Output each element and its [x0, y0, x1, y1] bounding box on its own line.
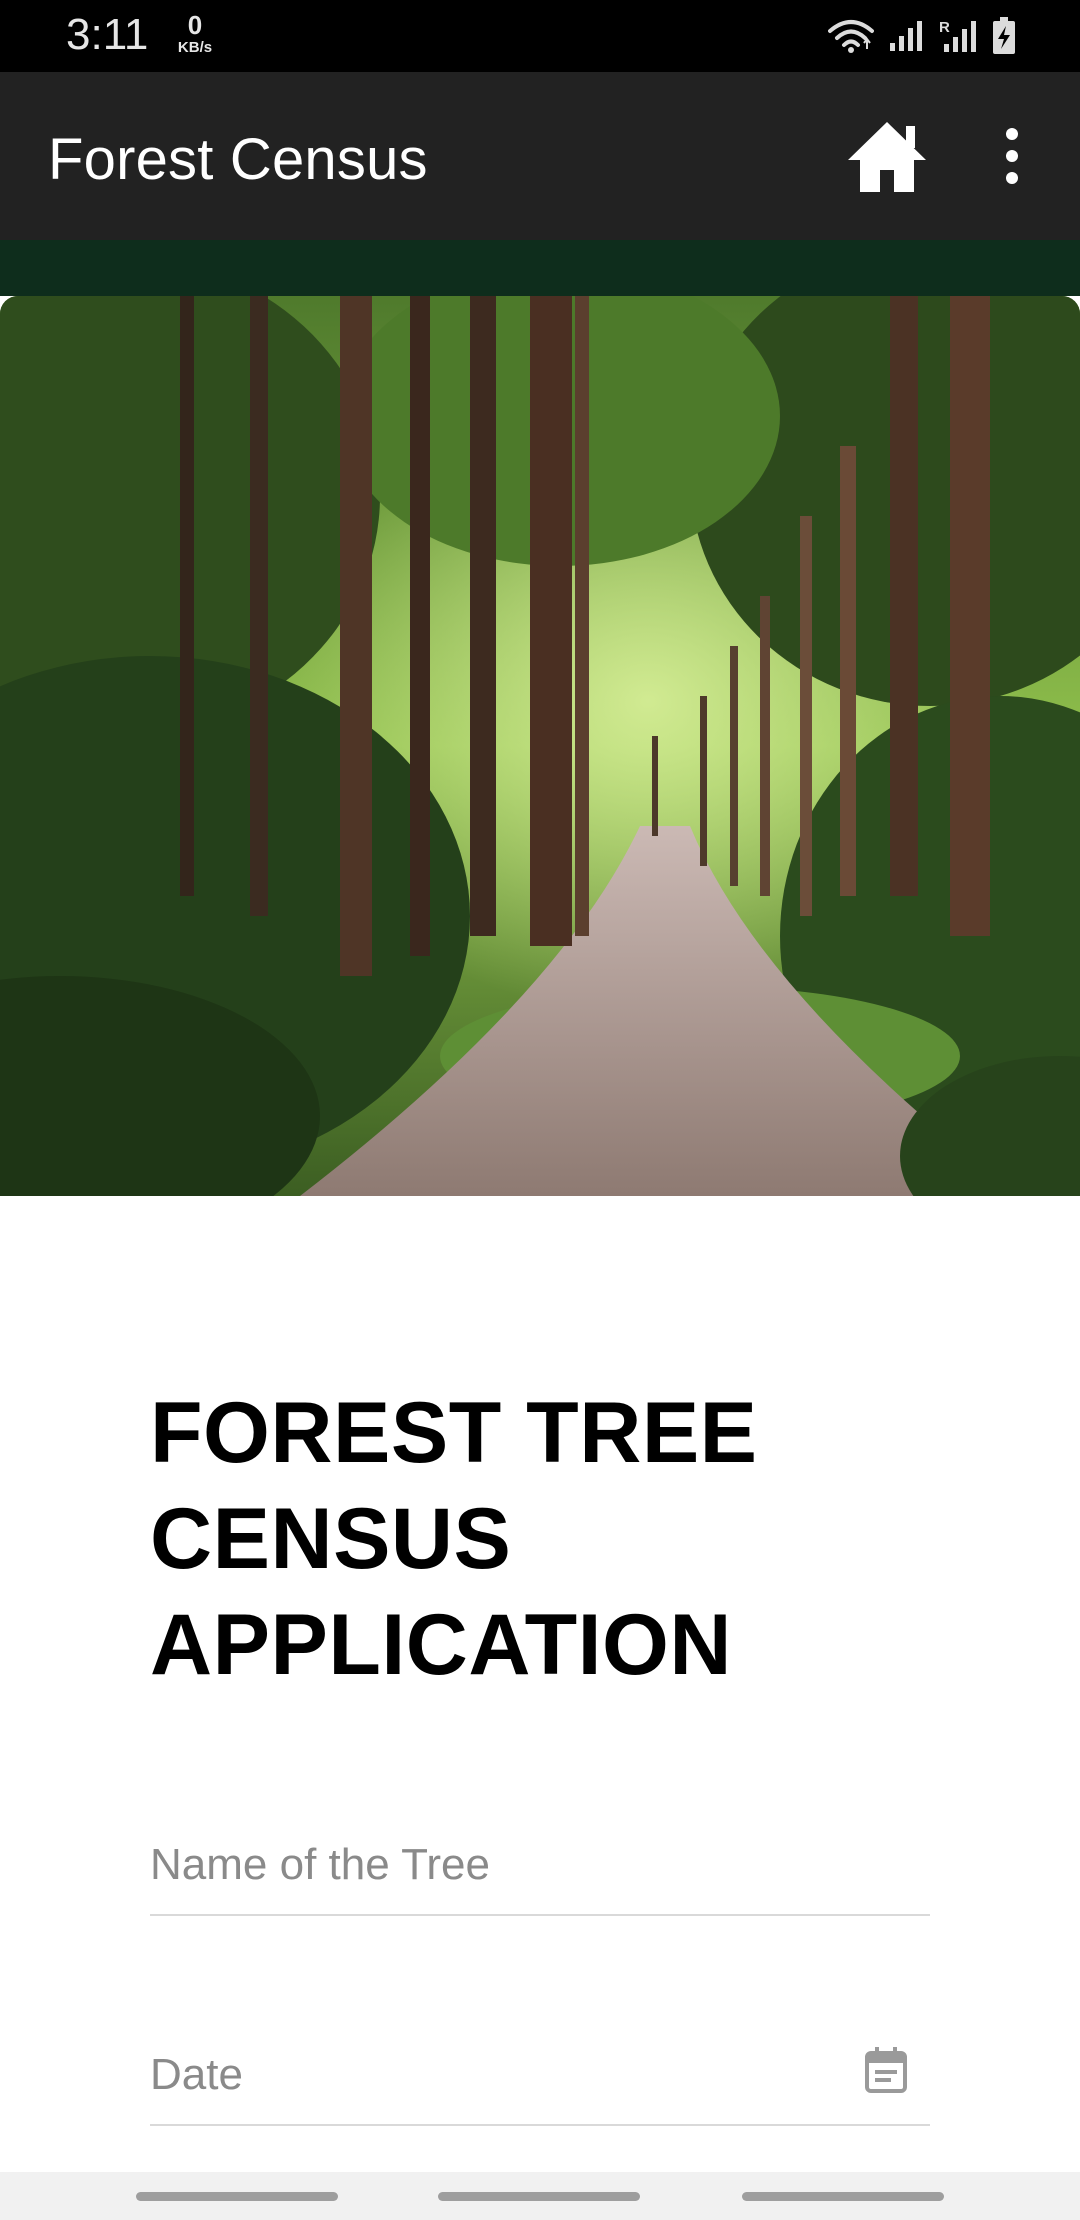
date-input[interactable]	[150, 2040, 850, 2110]
home-handle[interactable]	[438, 2192, 640, 2201]
forest-path-image	[0, 296, 1080, 1196]
app-bar: Forest Census	[0, 72, 1080, 240]
back-handle[interactable]	[742, 2192, 944, 2201]
date-field	[150, 2006, 930, 2126]
tree-name-field	[150, 1796, 930, 1916]
screen: 3:11 0 KB/s R Forest Census FOREST TREE …	[0, 0, 1080, 2220]
page-heading: FOREST TREE CENSUS APPLICATION	[150, 1385, 758, 1693]
signal-icon	[890, 21, 922, 51]
home-icon	[848, 122, 926, 192]
svg-text:R: R	[939, 19, 950, 36]
network-speed-value: 0	[187, 10, 203, 40]
more-options-button[interactable]	[990, 124, 1034, 188]
home-button[interactable]	[842, 116, 932, 196]
wifi-icon	[828, 20, 874, 53]
navigation-bar	[0, 2172, 1080, 2220]
recent-apps-handle[interactable]	[136, 2192, 338, 2201]
accent-strip	[0, 240, 1080, 296]
signal-roaming-icon: R	[939, 19, 976, 52]
status-icons: R	[828, 16, 1016, 56]
network-speed: 0 KB/s	[170, 12, 220, 55]
app-title: Forest Census	[48, 127, 428, 192]
tree-name-input[interactable]	[150, 1830, 850, 1900]
status-time: 3:11	[66, 10, 149, 59]
calendar-icon[interactable]	[864, 2046, 908, 2094]
more-vert-icon	[1006, 128, 1018, 184]
battery-charging-icon	[993, 17, 1015, 54]
status-bar: 3:11 0 KB/s R	[0, 0, 1080, 72]
network-speed-unit: KB/s	[177, 39, 213, 56]
